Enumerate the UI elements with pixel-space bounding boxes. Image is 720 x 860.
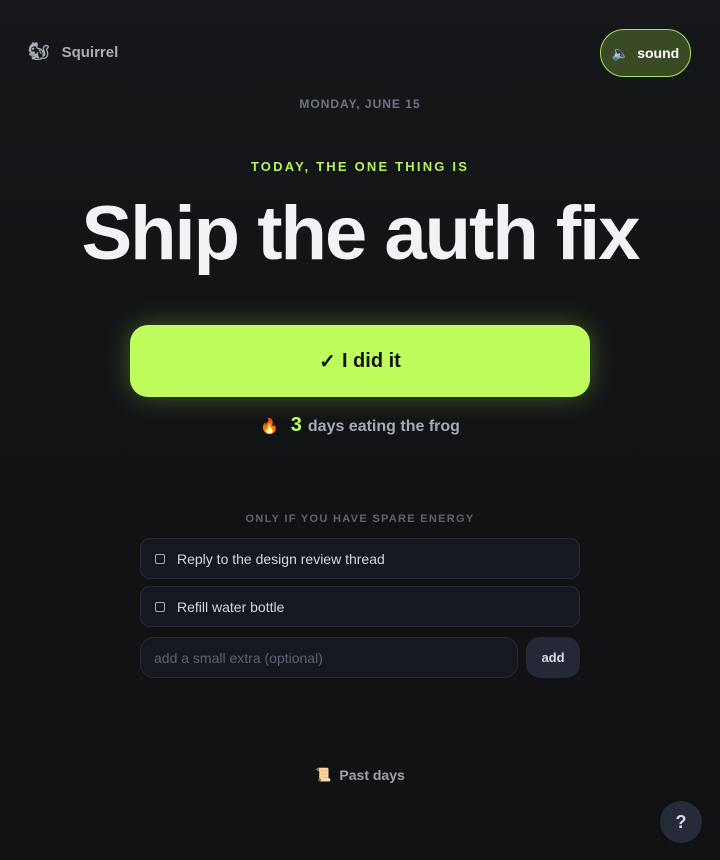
speaker-icon: 🔈 [611, 44, 630, 61]
scroll-icon: 📜 [315, 767, 332, 782]
extra-item-text: Reply to the design review thread [177, 550, 385, 567]
extra-input[interactable] [140, 637, 518, 678]
extras-section-label: ONLY IF YOU HAVE SPARE ENERGY [245, 513, 475, 525]
squirrel-icon: 🐿 [28, 42, 50, 61]
streak-text: days eating the frog [307, 418, 460, 435]
add-extra-button[interactable]: add [526, 637, 580, 678]
sound-toggle-button[interactable]: 🔈 sound [600, 29, 691, 77]
done-button-label: I did it [341, 349, 401, 372]
brand: 🐿 Squirrel [28, 42, 118, 62]
checkbox-icon[interactable] [155, 553, 165, 564]
one-thing-headline: Ship the auth fix [81, 191, 640, 276]
today-kicker: TODAY, THE ONE THING IS [250, 159, 470, 174]
extra-item[interactable]: Reply to the design review thread [140, 538, 580, 579]
i-did-it-button[interactable]: ✓ I did it [130, 325, 590, 397]
extra-item[interactable]: Refill water bottle [140, 586, 580, 627]
checkbox-icon[interactable] [155, 601, 165, 612]
past-days-label: Past days [339, 767, 405, 783]
streak-count: 3 [290, 414, 302, 436]
current-date: MONDAY, JUNE 15 [299, 97, 421, 111]
help-button[interactable]: ? [660, 801, 702, 843]
check-icon: ✓ [319, 350, 336, 373]
extra-item-text: Refill water bottle [177, 598, 285, 615]
fire-icon: 🔥 [260, 418, 279, 435]
streak-counter: 🔥 3 days eating the frog [0, 414, 720, 437]
sound-label: sound [637, 45, 680, 61]
brand-name: Squirrel [61, 43, 119, 61]
past-days-link[interactable]: 📜 Past days [0, 767, 720, 783]
